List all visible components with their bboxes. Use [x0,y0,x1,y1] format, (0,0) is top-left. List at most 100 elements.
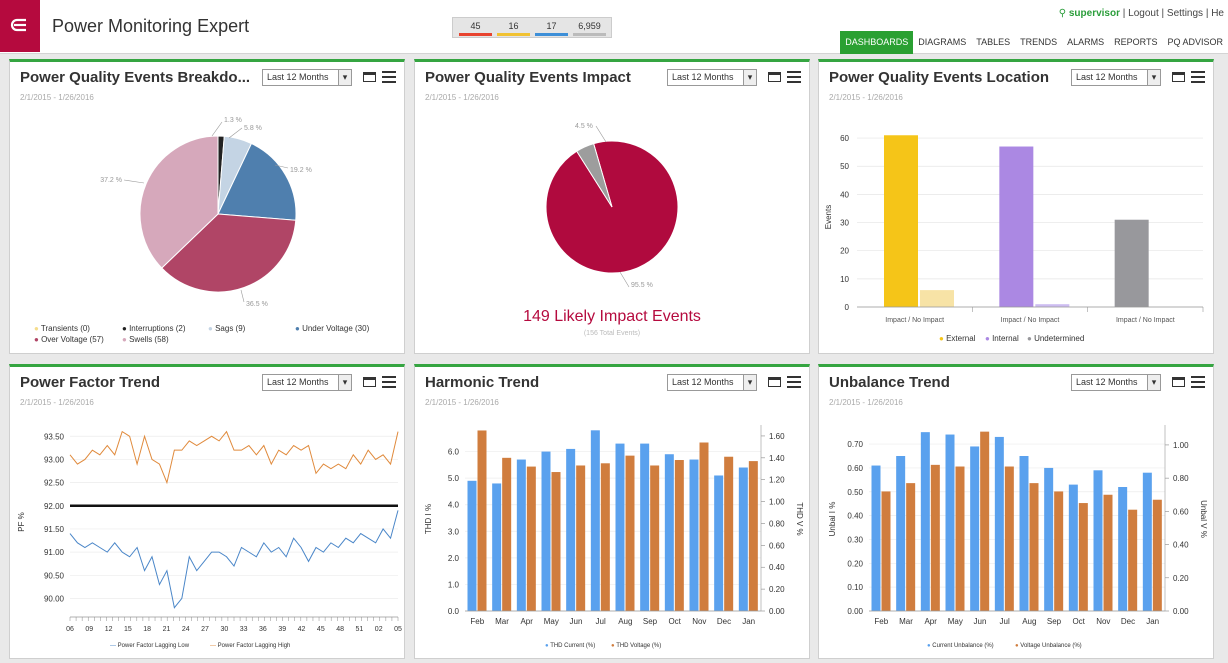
counter-total[interactable]: 6,959 [571,21,608,36]
legend-swells[interactable]: ● Swells (58) [122,335,169,344]
bar-thd-voltage-jun [576,465,586,611]
impact-total: (156 Total Events) [583,330,641,337]
y-tick-label: 20 [840,247,849,256]
bar-thd-current-jan [738,467,748,611]
nav-alarms[interactable]: ALARMS [1062,31,1109,54]
bar-current-unbalance-sep [1044,467,1054,611]
legend-pf-high[interactable]: — Power Factor Lagging High [210,643,290,649]
legend-over-voltage[interactable]: ● Over Voltage (57) [34,335,104,344]
legend-thd-current-label: THD Current (%) [550,643,596,649]
x-tick-label: Sep [1047,617,1062,626]
counter-low[interactable]: 17 [533,21,570,36]
x-tick-label: 48 [336,626,344,633]
app-header: Power Monitoring Expert 45 16 17 6,959 ⚲… [0,0,1228,54]
y-tick-label: 40 [840,190,849,199]
bar-voltage-unbalance-dec [1128,509,1138,611]
legend-interruptions[interactable]: ● Interruptions (2) [122,324,186,333]
panel-pq-impact: Power Quality Events Impact 2/1/2015 - 1… [414,59,810,354]
y2-axis-label: THD V % [795,502,804,535]
x-tick-label: Oct [668,617,681,626]
logout-link[interactable]: Logout [1128,8,1159,19]
legend-pf-low[interactable]: — Power Factor Lagging Low [110,643,189,649]
y2-tick-label: 1.20 [769,476,785,485]
bar-current-unbalance-jan [1142,472,1152,611]
y-tick-label: 5.0 [448,474,460,483]
legend-undetermined-label: Undetermined [1034,334,1085,343]
x-tick-label: 42 [298,626,306,633]
x-tick-label: Impact / No Impact [885,317,944,324]
legend-sags-label: Sags (9) [215,324,246,333]
x-tick-label: 36 [259,626,267,633]
legend-voltage-unbalance[interactable]: ● Voltage Unbalance (%) [1015,643,1082,649]
counter-total-bar [573,33,606,36]
x-tick-label: Mar [899,617,913,626]
pie-data-label: 36.5 % [246,301,268,308]
legend-interruptions-label: Interruptions (2) [129,324,186,333]
counter-medium-bar [497,33,530,36]
x-tick-label: 15 [124,626,132,633]
legend-undetermined[interactable]: ● Undetermined [1027,334,1084,343]
y-tick-label: 0.60 [847,464,863,473]
bar-thd-current-jul [590,430,600,611]
x-tick-label: Jun [974,617,987,626]
x-tick-label: Apr [520,617,533,626]
nav-pq-advisor[interactable]: PQ ADVISOR [1162,31,1228,54]
y-axis-label: Events [824,205,833,229]
logo-icon [10,18,26,32]
x-tick-label: 39 [278,626,286,633]
pie-data-label: 95.5 % [631,282,653,289]
nav-reports[interactable]: REPORTS [1109,31,1162,54]
bar-thd-voltage-dec [724,456,734,611]
counter-total-value: 6,959 [578,21,601,31]
y-tick-label: 10 [840,275,849,284]
x-tick-label: Apr [924,617,937,626]
alarm-counters[interactable]: 45 16 17 6,959 [452,17,612,38]
nav-tables[interactable]: TABLES [971,31,1015,54]
pie-leader-line [228,127,243,139]
legend-external[interactable]: ● External [939,334,975,343]
app-logo[interactable] [0,0,40,52]
legend-current-unbalance[interactable]: ● Current Unbalance (%) [927,643,994,649]
y-tick-label: 0.30 [847,535,863,544]
x-tick-label: Jul [596,617,606,626]
y2-tick-label: 1.00 [769,498,785,507]
nav-trends[interactable]: TRENDS [1015,31,1062,54]
legend-over-voltage-label: Over Voltage (57) [41,335,104,344]
y2-tick-label: 0.00 [769,607,785,616]
legend-external-label: External [946,334,976,343]
nav-dashboards[interactable]: DASHBOARDS [840,31,914,54]
legend-pf-high-label: Power Factor Lagging High [217,643,291,649]
legend-thd-current[interactable]: ● THD Current (%) [545,643,595,649]
bar-thd-voltage-may [551,472,561,611]
y-tick-label: 93.00 [44,455,65,464]
panel-pq-location: Power Quality Events Location 2/1/2015 -… [818,59,1214,354]
counter-medium[interactable]: 16 [495,21,532,36]
legend-under-voltage[interactable]: ● Under Voltage (30) [295,324,369,333]
bar-thd-voltage-mar [502,457,512,611]
nav-diagrams[interactable]: DIAGRAMS [913,31,971,54]
main-nav: DASHBOARDS DIAGRAMS TABLES TRENDS ALARMS REPO… [840,31,1228,54]
x-tick-label: 30 [220,626,228,633]
legend-swells-label: Swells (58) [129,335,169,344]
user-name[interactable]: supervisor [1069,8,1120,19]
y-tick-label: 2.0 [448,554,460,563]
y-tick-label: 0.20 [847,559,863,568]
y2-axis-label: Unbal V % [1199,500,1208,538]
legend-transients[interactable]: ● Transients (0) [34,324,90,333]
counter-high[interactable]: 45 [457,21,494,36]
y2-tick-label: 0.80 [769,519,785,528]
x-tick-label: Mar [495,617,509,626]
legend-thd-voltage[interactable]: ● THD Voltage (%) [611,643,661,649]
help-link[interactable]: He [1211,8,1224,19]
settings-link[interactable]: Settings [1167,8,1203,19]
bar-thd-voltage-jul [600,463,610,611]
y-tick-label: 0 [845,303,850,312]
x-tick-label: Dec [717,617,731,626]
legend-sags[interactable]: ● Sags (9) [208,324,245,333]
counter-low-value: 17 [546,21,557,31]
legend-internal[interactable]: ● Internal [985,334,1019,343]
bar-current-unbalance-jun [970,446,980,611]
x-tick-label: 09 [85,626,93,633]
bar-thd-voltage-sep [650,465,660,611]
pie-data-label: 37.2 % [100,177,122,184]
